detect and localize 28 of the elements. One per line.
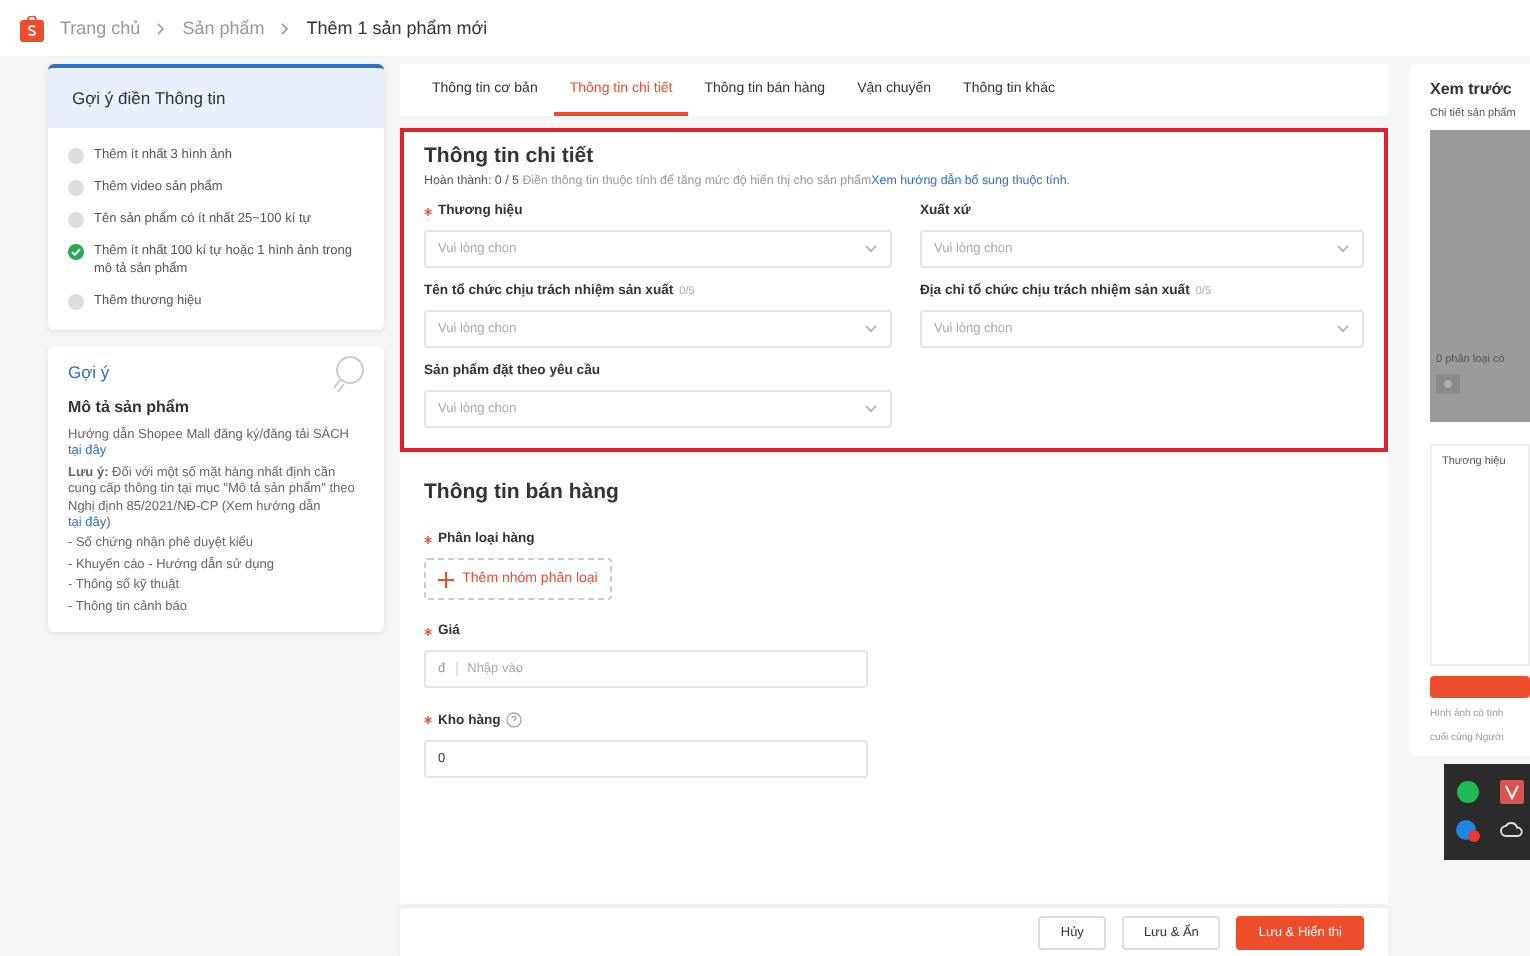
plus-icon (438, 571, 455, 587)
required-icon (424, 716, 432, 724)
chevron-down-icon (1336, 324, 1350, 334)
help-icon[interactable] (506, 712, 523, 728)
bubble-app-icon[interactable] (1456, 818, 1480, 842)
breadcrumb-item[interactable]: Sản phẩm (182, 18, 265, 38)
chevron-down-icon (1336, 244, 1350, 254)
circle-app-icon[interactable] (1456, 780, 1480, 804)
breadcrumb-item: Thêm 1 sản phẩm mới (306, 18, 488, 38)
tips-subtitle: Mô tả sản phẩm (68, 397, 191, 416)
section-title: Thông tin chi tiết (424, 144, 596, 168)
tips-title: Gợi ý (68, 361, 112, 382)
section-title: Thông tin bán hàng (424, 480, 621, 504)
app-tile-icon[interactable] (1500, 780, 1524, 804)
chevron-right-icon (156, 21, 167, 35)
shop-bag-icon[interactable] (20, 15, 44, 41)
required-icon (424, 535, 432, 543)
breadcrumb-item[interactable]: Trang chủ (60, 18, 141, 38)
cloud-icon[interactable] (1500, 818, 1524, 842)
chevron-down-icon (864, 404, 878, 414)
image-icon (1436, 374, 1460, 395)
required-icon (424, 627, 432, 635)
suggestion-title: Gợi ý điền Thông tin (48, 64, 384, 128)
chevron-down-icon (864, 244, 878, 254)
chevron-right-icon (280, 21, 291, 35)
preview-bar (1430, 676, 1530, 698)
chevron-down-icon (864, 324, 878, 334)
preview-title: Xem trước (1430, 80, 1514, 98)
